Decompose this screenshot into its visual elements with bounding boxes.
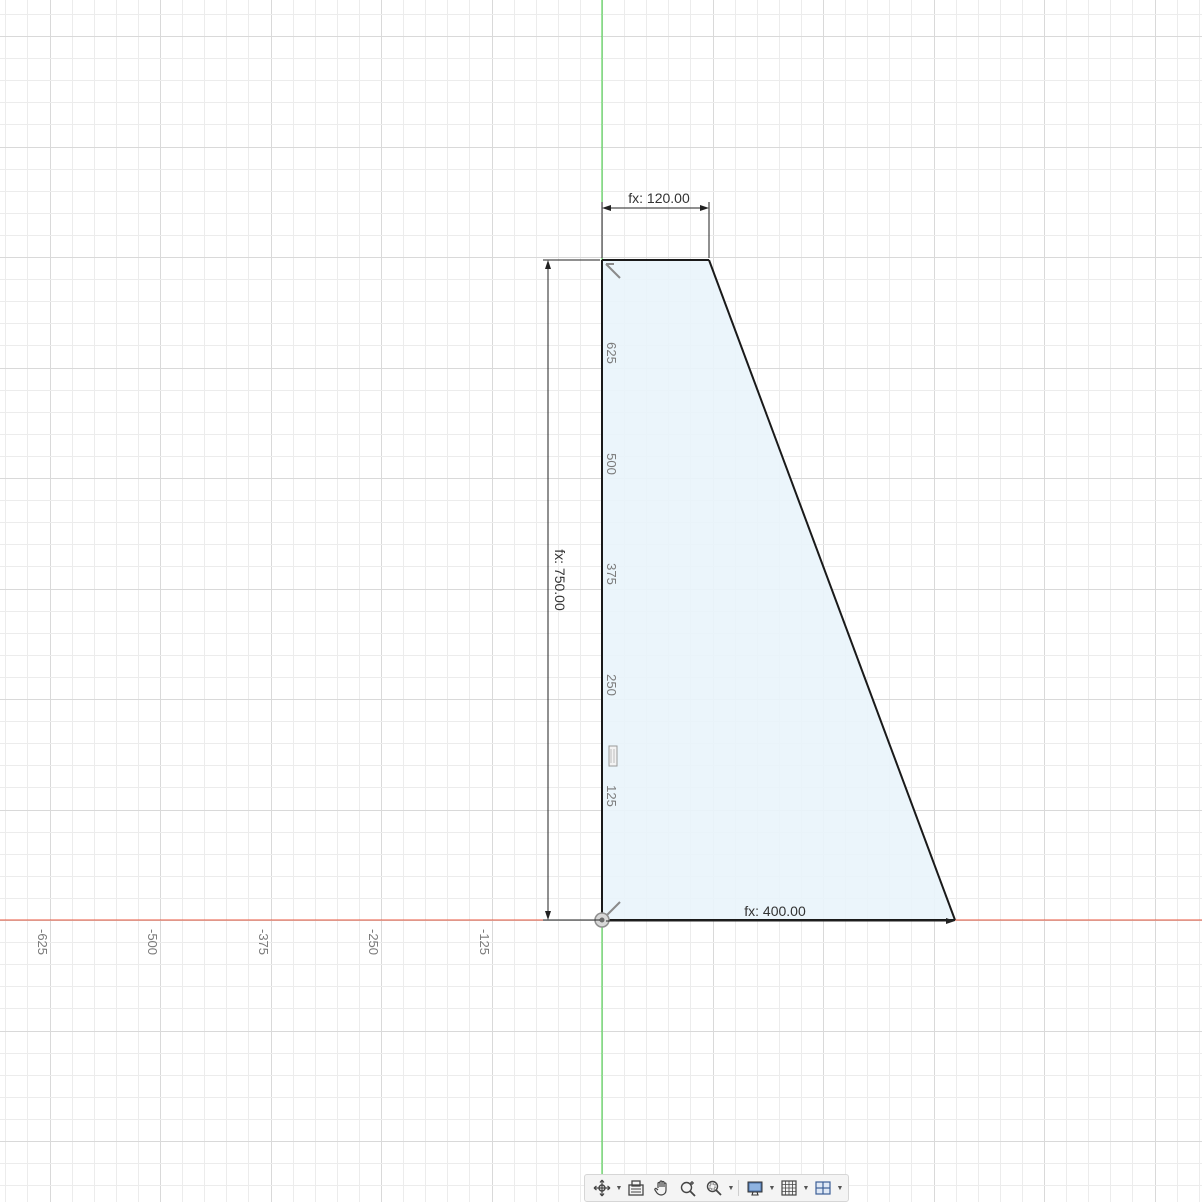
dimension-height-label[interactable]: fx: 750.00 [552,549,568,611]
toolbar-separator [738,1180,739,1196]
dimension-top-width-label[interactable]: fx: 120.00 [628,190,690,206]
orbit-button[interactable] [589,1176,615,1200]
pan-hand-icon [654,1180,667,1196]
x-axis-label-neg250: -250 [366,929,381,955]
y-axis-label-625: 625 [604,342,619,364]
zoom-button[interactable] [675,1176,701,1200]
orbit-icon [593,1179,611,1197]
display-settings-icon [747,1181,763,1196]
y-axis-label-250: 250 [604,674,619,696]
pan-button[interactable] [649,1176,675,1200]
y-axis-label-375: 375 [604,563,619,585]
dimension-base-width-label[interactable]: fx: 400.00 [744,903,806,919]
dimension-top-width[interactable]: fx: 120.00 [601,190,710,258]
look-at-button[interactable] [623,1176,649,1200]
zoom-icon [680,1181,696,1197]
sketch-canvas[interactable]: fx: 120.00 fx: 750.00 fx: 400.00 125 250… [0,0,1202,1202]
x-axis-label-neg375: -375 [256,929,271,955]
zoom-window-button[interactable] [701,1176,727,1200]
x-axis-label-neg500: -500 [145,929,160,955]
grid-snaps-dropdown-caret[interactable]: ▼ [802,1176,810,1200]
navigation-toolbar: ▼ ▼ ▼ ▼ ▼ [584,1174,849,1202]
look-at-icon [628,1180,644,1196]
zoom-window-dropdown-caret[interactable]: ▼ [727,1176,735,1200]
viewports-button[interactable] [810,1176,836,1200]
viewports-dropdown-caret[interactable]: ▼ [836,1176,844,1200]
grid-snaps-button[interactable] [776,1176,802,1200]
zoom-window-icon [706,1180,722,1196]
orbit-dropdown-caret[interactable]: ▼ [615,1176,623,1200]
display-settings-dropdown-caret[interactable]: ▼ [768,1176,776,1200]
x-axis-label-neg125: -125 [477,929,492,955]
grid-snap-icon [781,1180,797,1196]
y-axis-label-500: 500 [604,453,619,475]
x-axis-label-neg625: -625 [35,929,50,955]
viewports-icon [815,1181,831,1195]
vertical-constraint-icon[interactable] [608,745,618,767]
display-settings-button[interactable] [742,1176,768,1200]
y-axis-label-125: 125 [604,785,619,807]
sketch-canvas-svg[interactable]: fx: 120.00 fx: 750.00 fx: 400.00 125 250… [0,0,1202,1202]
